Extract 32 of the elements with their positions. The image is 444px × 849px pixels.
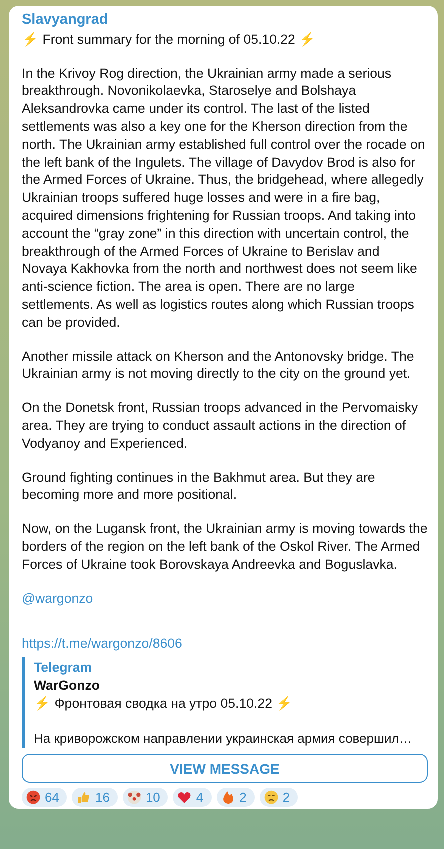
post-paragraph: Another missile attack on Kherson and the Antonovsky bridge. The Ukrainian army is not moving directly to the city on the ground yet. [22,348,416,384]
face-icon [264,790,279,806]
reaction-chip[interactable]: 64 [22,788,68,808]
heart-icon [177,790,192,806]
reaction-chip[interactable]: 2 [216,788,255,808]
view-message-button[interactable]: VIEW MESSAGE [22,754,428,784]
post-paragraph: In the Krivoy Rog direction, the Ukrainian army made a serious breakthrough. Novonikolaevka, Staroselye and Bolshaya Aleksandrovka came under its control. The last of the listed settlements was also a key one for the Kherson direction from the north. The Ukrainian army established full control over the rocade on the left bank of the Ingulets. The village of Davydov Brod is also for the Armed Forces of Ukraine. Thus, the bridgehead, where allegedly Ukrainian troops suffered huge losses and were in a fire bag, acquired dimensions frightening for Russian troops. And taking into account the “gray zone” in this direction with uncertain control, the breakthrough of the Armed Forces of Ukraine to Berislav and Novaya Kakhovka from the north and northwest does not seem like anti-science fiction. The area is open. There are no large settlements. As well as logistics routes along which Russian troops can be provided. [22,64,426,332]
reaction-chip[interactable]: 16 [72,788,118,808]
reaction-count: 10 [146,790,160,806]
face-icon [126,790,142,806]
post-paragraph: On the Donetsk front, Russian troops advanced in the Pervomaisky area. They are trying to conduct assault actions in the direction of Vodyanoy and Experienced. [22,399,420,453]
reaction-count: 2 [240,790,247,806]
post-title: ⚡ Front summary for the morning of 05.10.22 ⚡ [22,30,318,49]
reaction-count: 4 [196,790,204,806]
reaction-count: 16 [95,790,110,806]
post-paragraph: Ground fighting continues in the Bakhmut area. But they are becoming more and more positional. [22,468,376,504]
angry-face-icon [26,790,41,806]
channel-name[interactable]: Slavyangrad [22,12,428,30]
reaction-count: 2 [282,790,290,806]
post-paragraph: Now, on the Lugansk front, the Ukrainian army is moving towards the borders of the region on the left bank of the Oskol River. The Armed Forces of Ukraine took Borovskaya Andreevka and Boguslavka. [22,520,428,574]
preview-headline: ⚡ Фронтовая сводка на утро 05.10.22 ⚡ [34,694,294,712]
preview-title: WarGonzo [34,676,101,695]
fire-icon [220,790,236,806]
reaction-chip[interactable]: 4 [173,788,212,808]
preview-excerpt: На криворожском направлении украинская армия совершил… [34,730,414,748]
thumbs-up-icon [76,790,92,806]
reaction-chip[interactable]: 2 [260,788,298,808]
mention-link[interactable]: @wargonzo [22,590,94,608]
reaction-chip[interactable]: 10 [122,788,168,808]
reaction-count: 64 [45,790,60,806]
url-link[interactable]: https://t.me/wargonzo/8606 [22,635,182,654]
preview-site: Telegram [34,659,94,677]
